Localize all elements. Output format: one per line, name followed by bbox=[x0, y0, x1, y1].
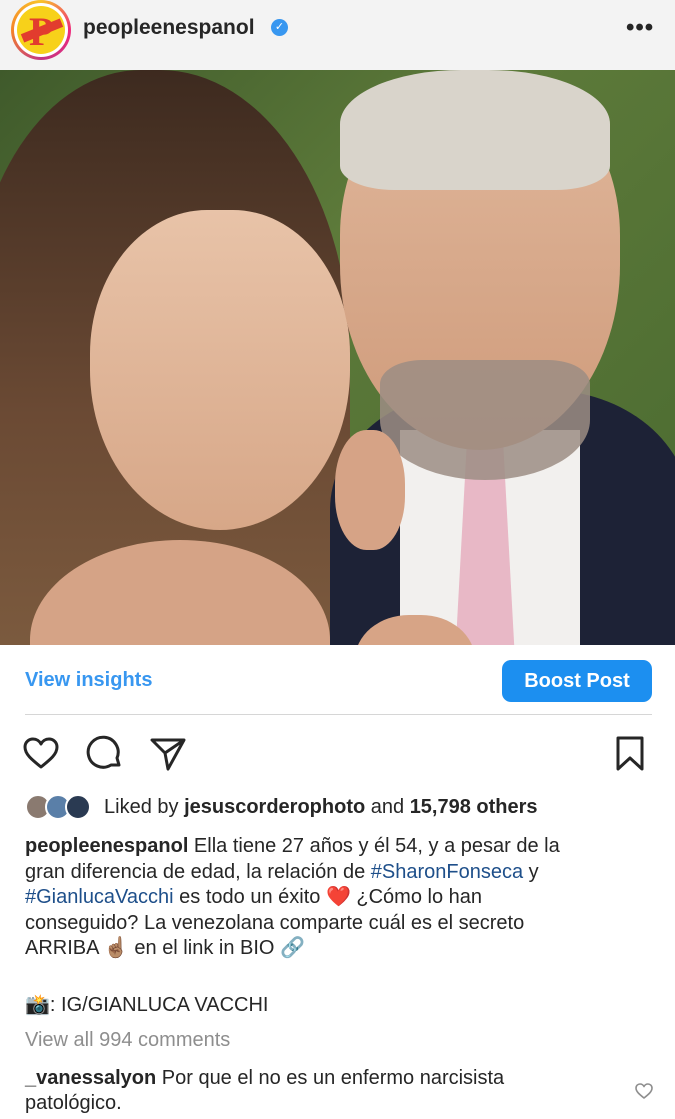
caption-username[interactable]: peopleenespanol bbox=[25, 835, 188, 857]
post-caption: peopleenespanol Ella tiene 27 años y él … bbox=[25, 835, 560, 959]
verified-badge-icon: ✓ bbox=[271, 19, 288, 36]
likes-count[interactable]: 15,798 others bbox=[410, 796, 538, 818]
boost-post-button[interactable]: Boost Post bbox=[502, 660, 652, 702]
post-image[interactable] bbox=[0, 70, 675, 645]
post-header: P peopleenespanol ✓ ••• bbox=[0, 0, 675, 70]
comment-like-heart-icon[interactable] bbox=[634, 1081, 654, 1101]
comment-icon[interactable] bbox=[85, 734, 125, 774]
more-options-icon[interactable]: ••• bbox=[626, 14, 654, 42]
hashtag-link[interactable]: #GianlucaVacchi bbox=[25, 886, 174, 908]
people-en-espanol-logo: P bbox=[17, 6, 65, 54]
hashtag-link[interactable]: #SharonFonseca bbox=[371, 861, 523, 883]
link-emoji: 🔗 bbox=[280, 937, 305, 959]
view-insights-link[interactable]: View insights bbox=[25, 669, 152, 692]
save-bookmark-icon[interactable] bbox=[610, 734, 650, 774]
view-all-comments-link[interactable]: View all 994 comments bbox=[25, 1029, 230, 1052]
like-heart-icon[interactable] bbox=[21, 734, 61, 774]
photo-credit: 📸: IG/GIANLUCA VACCHI bbox=[25, 994, 269, 1016]
liked-by-user[interactable]: jesuscorderophoto bbox=[184, 796, 365, 818]
heart-emoji: ❤️ bbox=[325, 886, 351, 908]
pointing-up-emoji: ☝🏽 bbox=[103, 937, 129, 959]
share-send-icon[interactable] bbox=[148, 734, 188, 774]
comment-username[interactable]: _vanessalyon bbox=[25, 1067, 156, 1089]
camera-emoji: 📸 bbox=[25, 994, 50, 1016]
post-username[interactable]: peopleenespanol bbox=[83, 16, 255, 40]
divider bbox=[25, 714, 652, 715]
liked-by-avatars[interactable] bbox=[25, 792, 97, 822]
liked-by-text[interactable]: Liked by jesuscorderophoto and 15,798 ot… bbox=[104, 796, 538, 819]
comment-item: _vanessalyon Por que el no es un enfermo… bbox=[25, 1066, 605, 1116]
avatar bbox=[65, 794, 91, 820]
profile-avatar[interactable]: P bbox=[11, 0, 71, 60]
